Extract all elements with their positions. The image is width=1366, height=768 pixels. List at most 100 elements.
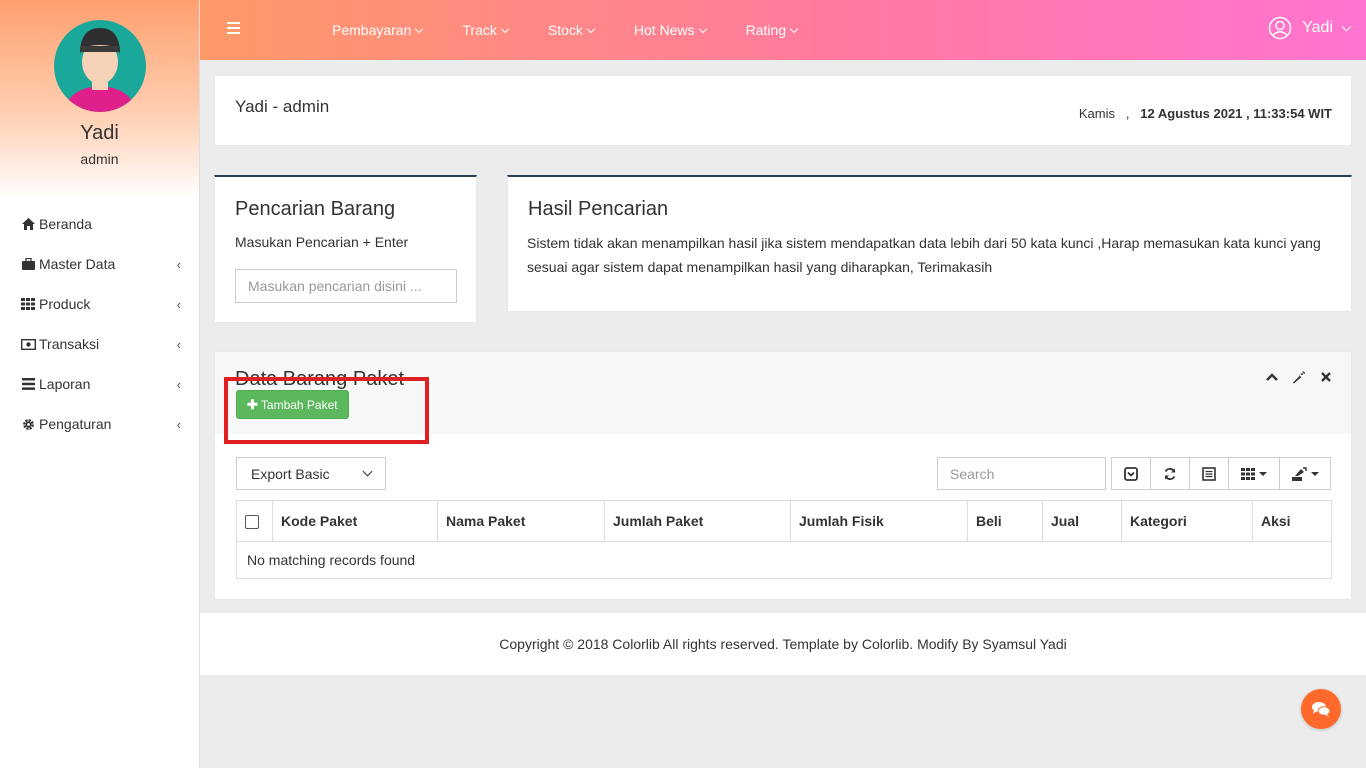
user-menu[interactable]: Yadi: [1268, 16, 1352, 40]
nav-rating[interactable]: Rating: [745, 22, 799, 38]
nav-label: Hot News: [633, 22, 695, 38]
refresh-icon: [1164, 467, 1176, 480]
table-search-input[interactable]: [937, 457, 1106, 490]
column-header[interactable]: Jumlah Paket: [604, 500, 791, 542]
gear-icon: [20, 417, 36, 431]
sidebar-item-beranda[interactable]: Beranda: [0, 204, 199, 244]
chevron-down-icon: [789, 24, 799, 33]
columns-button[interactable]: [1228, 457, 1280, 490]
chat-icon: [1312, 702, 1330, 717]
refresh-button[interactable]: [1150, 457, 1190, 490]
date-display: Kamis , 12 Agustus 2021 , 11:33:54 WIT: [1079, 106, 1332, 121]
columns-grid-icon: [1241, 467, 1255, 480]
profile-role: admin: [80, 151, 119, 167]
grid-icon: [20, 297, 36, 311]
profile-section: Yadi admin: [0, 0, 199, 198]
caret-down-icon: [1259, 471, 1267, 476]
money-icon: [20, 337, 36, 351]
sidebar-menu: Beranda Master Data ‹ Produck ‹ Transaks…: [0, 204, 199, 444]
plus-icon: ✚: [247, 396, 258, 412]
nav-label: Rating: [745, 22, 787, 38]
column-header[interactable]: Kategori: [1121, 500, 1253, 542]
nav-hot-news[interactable]: Hot News: [633, 22, 707, 38]
menu-toggle-icon[interactable]: [227, 22, 240, 36]
nav-label: Stock: [547, 22, 583, 38]
column-header[interactable]: Beli: [967, 500, 1043, 542]
chevron-down-icon: [586, 24, 596, 33]
export-select-value: Export Basic: [251, 465, 330, 482]
sidebar-item-pengaturan[interactable]: Pengaturan ‹: [0, 404, 199, 444]
column-header: Aksi: [1252, 500, 1332, 542]
sidebar: Yadi admin Beranda Master Data ‹ Produck…: [0, 0, 200, 768]
result-panel-text: Sistem tidak akan menampilkan hasil jika…: [527, 235, 1321, 275]
chevron-left-icon: ‹: [176, 376, 181, 392]
page-header-panel: Yadi - admin Kamis , 12 Agustus 2021 , 1…: [214, 75, 1352, 146]
column-header[interactable]: Kode Paket: [272, 500, 438, 542]
chevron-left-icon: ‹: [176, 296, 181, 312]
nav-pembayaran[interactable]: Pembayaran: [332, 22, 424, 38]
caret-down-icon: [1310, 471, 1319, 476]
table-header-row: Kode Paket Nama Paket Jumlah Paket Jumla…: [236, 500, 1332, 542]
datetime-label: 12 Agustus 2021 , 11:33:54 WIT: [1140, 106, 1332, 121]
toggle-view-button[interactable]: [1189, 457, 1229, 490]
sidebar-item-label: Produck: [39, 296, 91, 312]
toggle-pagination-button[interactable]: [1111, 457, 1151, 490]
day-label: Kamis: [1078, 106, 1115, 121]
avatar[interactable]: [50, 20, 150, 112]
export-select[interactable]: Export Basic: [236, 457, 386, 490]
item-search-input[interactable]: [235, 269, 457, 303]
select-all-cell: [236, 500, 273, 542]
footer: Copyright © 2018 Colorlib All rights res…: [200, 613, 1366, 675]
export-button[interactable]: [1279, 457, 1331, 490]
close-icon[interactable]: [1319, 370, 1333, 384]
search-panel: Pencarian Barang Masukan Pencarian + Ent…: [214, 175, 477, 323]
page-title: Yadi - admin: [235, 97, 330, 116]
list-alt-icon: [1202, 466, 1216, 481]
sidebar-item-label: Beranda: [39, 216, 92, 232]
user-circle-icon: [1268, 16, 1292, 40]
column-header[interactable]: Jual: [1042, 500, 1122, 542]
chevron-left-icon: ‹: [176, 336, 181, 352]
date-separator: ,: [1125, 106, 1130, 121]
chevron-down-icon: [362, 466, 373, 477]
chevron-down-icon: [500, 24, 510, 33]
nav-label: Track: [462, 22, 497, 38]
data-panel: Data Barang Paket ✚ Tambah Paket Export …: [214, 351, 1352, 600]
nav-stock[interactable]: Stock: [547, 22, 596, 38]
add-package-label: Tambah Paket: [260, 397, 338, 412]
select-all-checkbox[interactable]: [245, 515, 259, 530]
sidebar-item-label: Master Data: [39, 256, 116, 272]
export-icon: [1291, 466, 1307, 481]
sidebar-item-label: Pengaturan: [39, 416, 112, 432]
chat-button[interactable]: [1301, 689, 1341, 729]
column-header[interactable]: Nama Paket: [437, 500, 605, 542]
sidebar-item-master-data[interactable]: Master Data ‹: [0, 244, 199, 284]
sidebar-item-transaksi[interactable]: Transaksi ‹: [0, 324, 199, 364]
nav-track[interactable]: Track: [462, 22, 510, 38]
result-panel-title: Hasil Pencarian: [528, 198, 669, 220]
empty-table-message: No matching records found: [236, 541, 1332, 579]
collapse-icon: [1124, 466, 1138, 481]
chevron-down-icon: [698, 24, 707, 33]
profile-name: Yadi: [80, 122, 119, 144]
sidebar-item-label: Transaksi: [39, 336, 100, 352]
table-row: No matching records found: [236, 541, 1332, 579]
wrench-icon[interactable]: [1292, 370, 1306, 384]
briefcase-icon: [20, 257, 36, 271]
top-nav: Pembayaran Track Stock Hot News Rating: [332, 0, 837, 60]
table-toolbar: [1111, 457, 1331, 490]
add-package-button[interactable]: ✚ Tambah Paket: [236, 390, 349, 419]
user-name: Yadi: [1302, 19, 1333, 36]
chevron-up-icon[interactable]: [1265, 370, 1279, 384]
nav-label: Pembayaran: [332, 22, 412, 38]
sidebar-item-laporan[interactable]: Laporan ‹: [0, 364, 199, 404]
topbar: Pembayaran Track Stock Hot News Rating Y…: [200, 0, 1366, 60]
chevron-down-icon: [1341, 21, 1352, 31]
chevron-left-icon: ‹: [176, 416, 181, 432]
column-header[interactable]: Jumlah Fisik: [790, 500, 968, 542]
sidebar-item-produck[interactable]: Produck ‹: [0, 284, 199, 324]
data-panel-title: Data Barang Paket: [235, 368, 404, 390]
sidebar-item-label: Laporan: [39, 376, 91, 392]
chevron-down-icon: [415, 24, 424, 33]
result-panel: Hasil Pencarian Sistem tidak akan menamp…: [507, 175, 1352, 312]
